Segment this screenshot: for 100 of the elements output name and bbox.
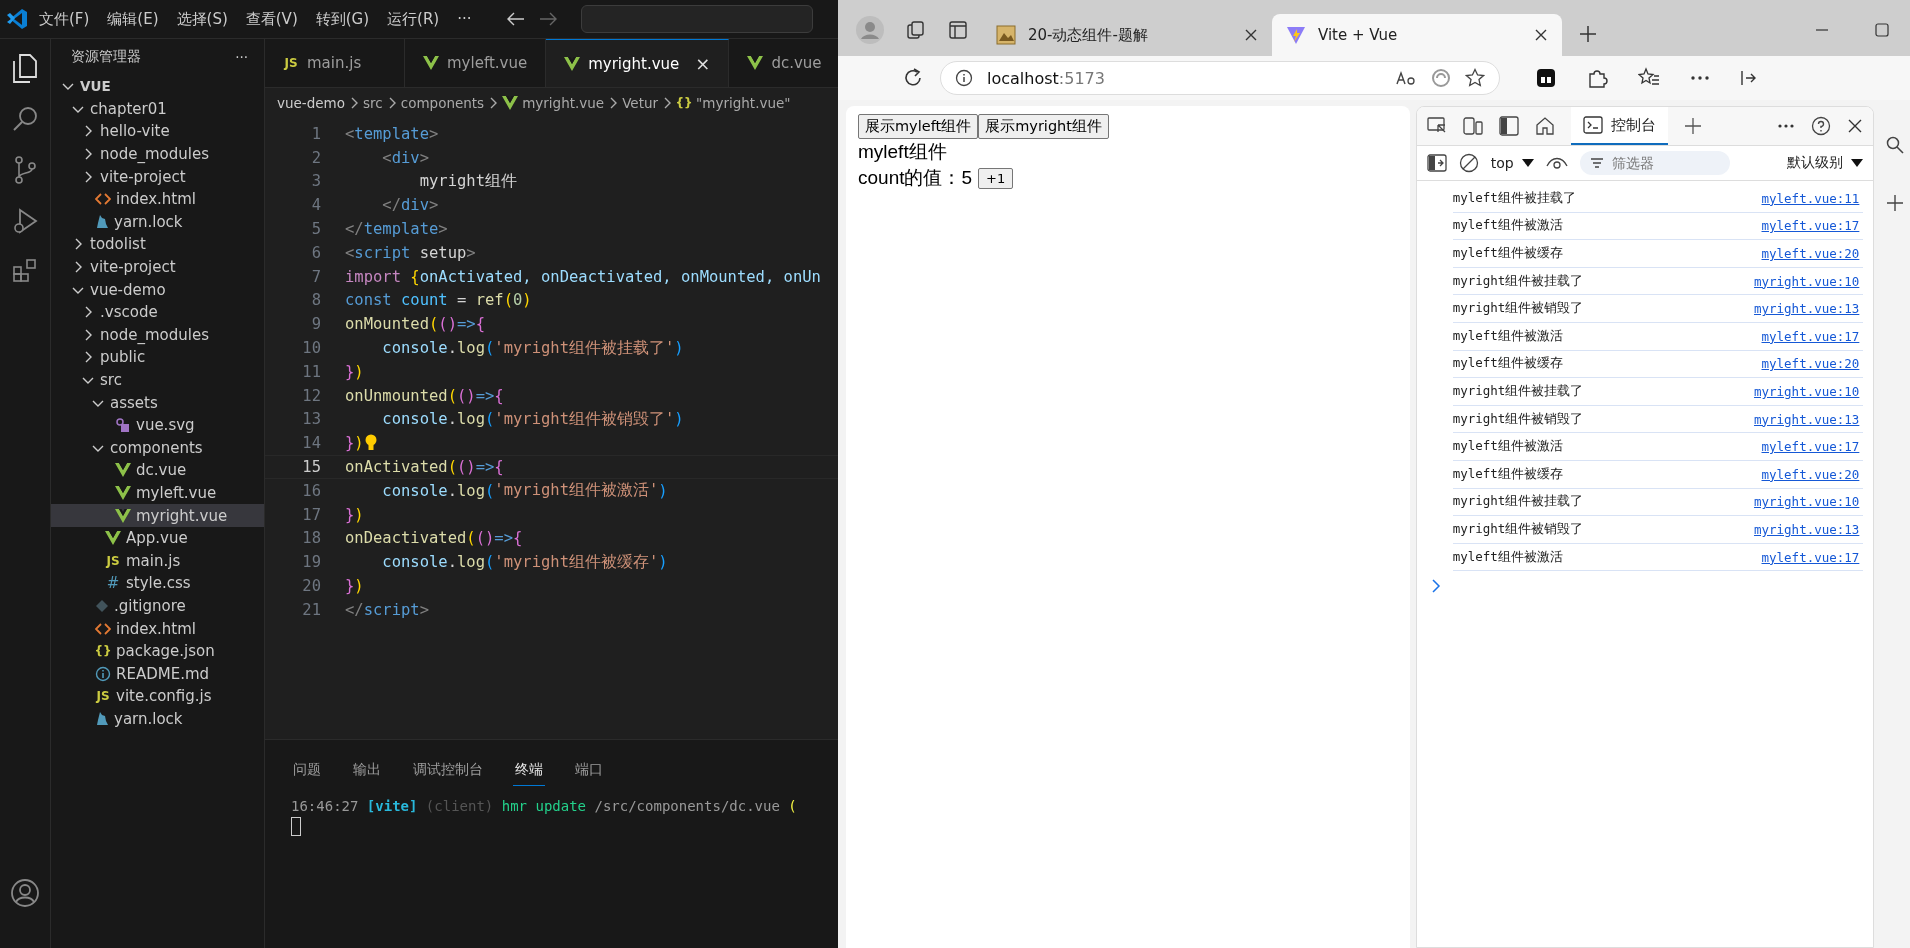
close-button[interactable]: × <box>695 53 711 74</box>
source-link[interactable]: myleft.vue:17 <box>1761 549 1860 565</box>
filter-field[interactable]: 筛选器 <box>1579 151 1730 175</box>
menu-item[interactable]: 转到(G) <box>308 5 377 33</box>
forward-arrow-icon[interactable] <box>538 12 557 26</box>
menu-item[interactable]: 编辑(E) <box>100 5 166 33</box>
help-icon[interactable] <box>1811 116 1832 136</box>
menu-item[interactable]: 选择(S) <box>169 5 235 33</box>
read-aloud-icon[interactable] <box>1395 69 1417 87</box>
menu-item[interactable]: 文件(F) <box>32 5 97 33</box>
tree-item[interactable]: todolist <box>51 233 264 256</box>
breadcrumb-item[interactable]: {} "myright.vue" <box>676 95 791 111</box>
context-dropdown[interactable]: top <box>1490 155 1534 171</box>
breadcrumb-item[interactable]: myright.vue <box>502 95 605 111</box>
tree-item[interactable]: node_modules <box>51 142 264 166</box>
source-link[interactable]: myleft.vue:17 <box>1761 328 1860 344</box>
browser-tab[interactable]: Vite + Vue <box>1272 14 1562 56</box>
extensions-icon[interactable] <box>11 257 39 285</box>
tree-item[interactable]: README.md <box>51 662 264 686</box>
more-button[interactable]: ··· <box>235 49 248 65</box>
increment-button[interactable]: +1 <box>978 167 1014 189</box>
editor-tab[interactable]: myright.vue × <box>546 39 730 87</box>
tree-item[interactable]: vite-project <box>51 255 264 279</box>
sidebar-panel-icon[interactable] <box>948 20 968 40</box>
close-icon[interactable] <box>1534 28 1548 42</box>
breadcrumb-item[interactable]: src <box>363 95 383 111</box>
close-icon[interactable] <box>1847 118 1864 134</box>
source-link[interactable]: myleft.vue:17 <box>1761 439 1860 455</box>
source-link[interactable]: myleft.vue:20 <box>1761 466 1860 482</box>
source-link[interactable]: myright.vue:13 <box>1754 301 1860 317</box>
breadcrumb-item[interactable]: components <box>400 95 485 111</box>
tree-item[interactable]: components <box>51 436 264 460</box>
tree-item[interactable]: myleft.vue <box>51 481 264 505</box>
account-icon[interactable] <box>10 878 40 908</box>
tree-item[interactable]: {} package.json <box>51 639 264 663</box>
source-link[interactable]: myright.vue:13 <box>1754 521 1860 537</box>
breadcrumb-item[interactable]: Vetur <box>622 95 659 111</box>
tree-item[interactable]: hello-vite <box>51 120 264 143</box>
tree-item[interactable]: # style.css <box>51 572 264 595</box>
run-debug-icon[interactable] <box>11 207 39 235</box>
panel-tab[interactable]: 端口 <box>573 755 605 785</box>
info-icon[interactable] <box>955 69 973 87</box>
editor-tab[interactable]: JS main.js <box>265 39 405 87</box>
exit-icon[interactable] <box>1740 69 1756 87</box>
more-icon[interactable] <box>1690 75 1710 81</box>
search-icon[interactable] <box>1886 136 1905 154</box>
tree-item[interactable]: App.vue <box>51 526 264 550</box>
panel-tab[interactable]: 终端 <box>513 754 545 786</box>
panel-tab[interactable]: 调试控制台 <box>411 755 485 785</box>
files-icon[interactable] <box>11 53 39 83</box>
sidebar-toggle-icon[interactable] <box>1426 154 1447 172</box>
tree-item[interactable]: yarn.lock <box>51 210 264 234</box>
star-icon[interactable] <box>1465 68 1485 88</box>
menu-item[interactable]: 运行(R) <box>380 5 447 33</box>
tree-item[interactable]: JS vite.config.js <box>51 685 264 708</box>
breadcrumb-item[interactable]: vue-demo <box>277 95 345 111</box>
browser-tab[interactable]: 20-动态组件-题解 <box>982 14 1272 56</box>
device-icon[interactable] <box>1462 116 1483 136</box>
puzzle-icon[interactable] <box>1586 67 1608 89</box>
menu-item[interactable]: ··· <box>450 6 479 32</box>
devtools-tab[interactable]: 控制台 <box>1570 107 1668 145</box>
tree-item[interactable]: src <box>51 368 264 392</box>
source-link[interactable]: myleft.vue:17 <box>1761 218 1860 234</box>
more-icon[interactable] <box>1777 123 1796 129</box>
tree-item[interactable]: vue.svg <box>51 413 264 437</box>
tree-item[interactable]: assets <box>51 391 264 414</box>
tree-item[interactable]: node_modules <box>51 323 264 347</box>
search-icon[interactable] <box>11 105 39 133</box>
level-dropdown[interactable]: 默认级别 <box>1787 154 1864 172</box>
collections-icon[interactable] <box>906 20 926 40</box>
tree-item[interactable]: .gitignore <box>51 594 264 618</box>
tree-item[interactable]: VUE <box>51 75 264 98</box>
show-component-button[interactable]: 展示myright组件 <box>978 114 1109 139</box>
app-icon[interactable] <box>1536 68 1556 88</box>
close-icon[interactable] <box>1244 28 1258 42</box>
add-tab-icon[interactable] <box>1683 117 1702 135</box>
tree-item[interactable]: JS main.js <box>51 549 264 573</box>
source-link[interactable]: myleft.vue:20 <box>1761 246 1860 261</box>
swirl-icon[interactable] <box>1431 68 1451 88</box>
maximize-icon[interactable] <box>1874 22 1890 38</box>
add-icon[interactable] <box>1886 194 1905 212</box>
tree-item[interactable]: public <box>51 346 264 369</box>
home-icon[interactable] <box>1534 116 1555 136</box>
back-arrow-icon[interactable] <box>506 12 525 26</box>
new-tab-icon[interactable] <box>1578 24 1598 44</box>
lightbulb-icon[interactable] <box>363 434 378 453</box>
clear-icon[interactable] <box>1458 153 1479 173</box>
refresh-icon[interactable] <box>902 67 924 89</box>
show-component-button[interactable]: 展示myleft组件 <box>858 114 979 139</box>
panel-tab[interactable]: 输出 <box>351 755 383 785</box>
search-field[interactable] <box>580 5 813 33</box>
eye-icon[interactable] <box>1545 156 1568 170</box>
source-link[interactable]: myleft.vue:11 <box>1761 190 1860 206</box>
tree-item[interactable]: .vscode <box>51 300 264 324</box>
tree-item[interactable]: vite-project <box>51 165 264 188</box>
source-link[interactable]: myright.vue:10 <box>1754 383 1860 399</box>
dock-icon[interactable] <box>1498 116 1519 136</box>
source-link[interactable]: myright.vue:13 <box>1754 411 1860 427</box>
source-link[interactable]: myright.vue:10 <box>1754 273 1860 289</box>
tree-item[interactable]: myright.vue <box>51 504 264 527</box>
